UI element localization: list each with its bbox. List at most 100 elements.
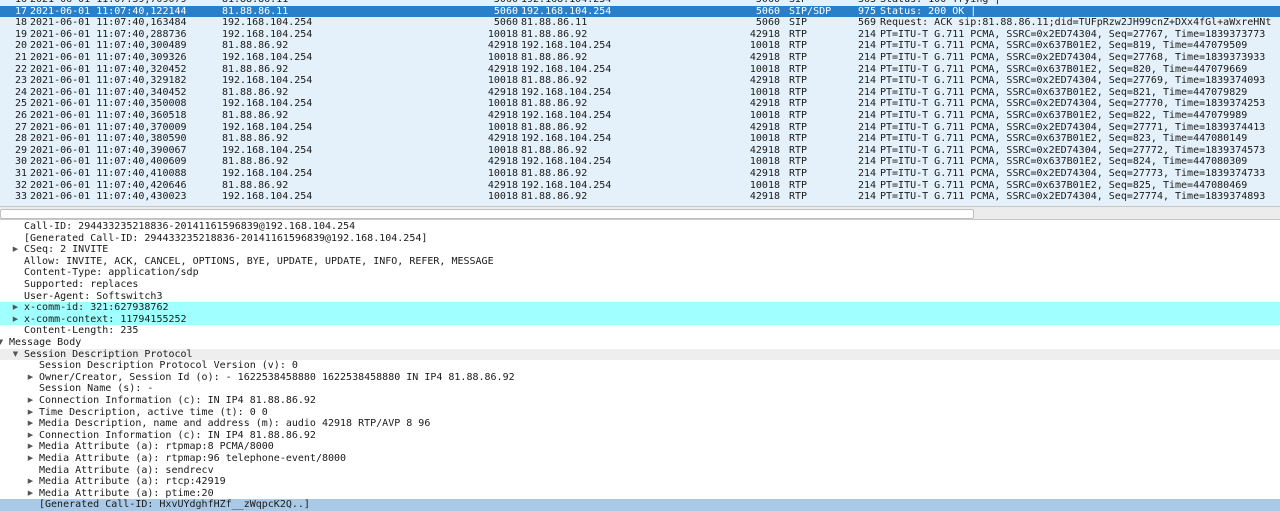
col-protocol: RTP	[789, 168, 808, 179]
col-length: 214	[857, 28, 876, 40]
detail-row[interactable]: Content-Type: application/sdp	[0, 267, 1280, 279]
col-info: PT=ITU-T G.711 PCMA, SSRC=0x637B01E2, Se…	[880, 110, 1248, 121]
packet-row[interactable]: 29 2021-06-01 11:07:40,390067 192.168.104.…	[0, 145, 1280, 157]
expand-arrow-icon[interactable]: ▶	[26, 488, 35, 500]
detail-row[interactable]: Supported: replaces	[0, 279, 1280, 291]
col-length: 214	[857, 52, 876, 63]
expand-arrow-icon[interactable]: ▶	[26, 476, 35, 488]
col-source: 192.168.104.254	[222, 168, 313, 179]
detail-row[interactable]: ▼ Message Body	[0, 337, 1280, 349]
col-source: 81.88.86.92	[222, 133, 289, 145]
detail-text: Media Description, name and address (m):…	[39, 418, 431, 430]
packet-row[interactable]: 28 2021-06-01 11:07:40,380590 81.88.86.92 4…	[0, 133, 1280, 145]
col-source: 192.168.104.254	[222, 17, 313, 29]
packet-row[interactable]: 19 2021-06-01 11:07:40,288736 192.168.104.…	[0, 29, 1280, 41]
expand-arrow-icon[interactable]: ▶	[11, 314, 20, 326]
packet-row[interactable]: 22 2021-06-01 11:07:40,320452 81.88.86.92 4…	[0, 64, 1280, 76]
detail-row[interactable]: ▶ Owner/Creator, Session Id (o): - 162253…	[0, 372, 1280, 384]
col-dst-port: 42918	[749, 144, 780, 156]
col-destination: 81.88.86.92	[521, 144, 588, 156]
expand-arrow-icon[interactable]: ▶	[26, 372, 35, 384]
expand-arrow-icon[interactable]: ▶	[26, 407, 35, 419]
packet-row[interactable]: 33 2021-06-01 11:07:40,430023 192.168.104.…	[0, 191, 1280, 203]
packet-row[interactable]: 23 2021-06-01 11:07:40,329182 192.168.104.…	[0, 75, 1280, 87]
packet-row[interactable]: 30 2021-06-01 11:07:40,400609 81.88.86.92 4…	[0, 156, 1280, 168]
col-time: 2021-06-01 11:07:40,360518	[30, 110, 187, 121]
col-dst-port: 42918	[749, 98, 780, 110]
col-destination: 192.168.104.254	[521, 156, 612, 168]
detail-row[interactable]: Allow: INVITE, ACK, CANCEL, OPTIONS, BYE…	[0, 256, 1280, 268]
detail-row[interactable]: ▶ Media Attribute (a): ptime:20	[0, 488, 1280, 500]
col-src-port: 42918	[487, 63, 518, 75]
col-length: 214	[857, 121, 876, 133]
detail-text: Media Attribute (a): rtpmap:96 telephone…	[39, 453, 347, 464]
expand-arrow-icon[interactable]: ▶	[26, 430, 35, 442]
detail-row[interactable]: [Generated Call-ID: HxvUYdghfHZf__zWqpcK…	[0, 499, 1280, 511]
detail-row[interactable]: ▶ x-comm-id: 321:627938762	[0, 302, 1280, 314]
detail-row[interactable]: Content-Length: 235	[0, 325, 1280, 337]
scrollbar-thumb[interactable]	[0, 209, 974, 219]
col-src-port: 42918	[487, 179, 518, 191]
packet-row[interactable]: 17 2021-06-01 11:07:40,122144 81.88.86.11 5…	[0, 5, 1280, 18]
packet-row[interactable]: 24 2021-06-01 11:07:40,340452 81.88.86.92 4…	[0, 87, 1280, 99]
col-info: PT=ITU-T G.711 PCMA, SSRC=0x2ED74304, Se…	[880, 168, 1266, 179]
detail-row[interactable]: ▶ Media Description, name and address (m)…	[0, 418, 1280, 430]
packet-row[interactable]: 25 2021-06-01 11:07:40,350008 192.168.104.…	[0, 98, 1280, 110]
packet-row[interactable]: 21 2021-06-01 11:07:40,309326 192.168.104.…	[0, 52, 1280, 64]
col-src-port: 10018	[487, 98, 518, 110]
collapse-arrow-icon[interactable]: ▼	[0, 337, 5, 349]
packet-row[interactable]: 18 2021-06-01 11:07:40,163484 192.168.104.…	[0, 17, 1280, 29]
col-destination: 192.168.104.254	[521, 86, 612, 98]
col-length: 214	[857, 168, 876, 179]
col-info: PT=ITU-T G.711 PCMA, SSRC=0x2ED74304, Se…	[880, 98, 1266, 110]
detail-row[interactable]: Session Description Protocol Version (v)…	[0, 360, 1280, 372]
detail-row[interactable]: User-Agent: Softswitch3	[0, 291, 1280, 303]
detail-text: Connection Information (c): IN IP4 81.88…	[39, 395, 316, 406]
col-source: 81.88.86.92	[222, 110, 289, 121]
col-info: PT=ITU-T G.711 PCMA, SSRC=0x2ED74304, Se…	[880, 75, 1266, 87]
detail-row[interactable]: Call-ID: 294433235218836-20141161596839@…	[0, 221, 1280, 233]
packet-row[interactable]: 20 2021-06-01 11:07:40,300489 81.88.86.92 4…	[0, 40, 1280, 52]
detail-row[interactable]: ▶ Connection Information (c): IN IP4 81.8…	[0, 395, 1280, 407]
col-dst-port: 42918	[749, 168, 780, 179]
col-info: PT=ITU-T G.711 PCMA, SSRC=0x637B01E2, Se…	[880, 133, 1248, 145]
detail-row[interactable]: ▶ x-comm-context: 11794155252	[0, 313, 1280, 326]
col-no: 28	[14, 133, 27, 145]
packet-row[interactable]: 31 2021-06-01 11:07:40,410088 192.168.104.…	[0, 168, 1280, 180]
detail-row[interactable]: [Generated Call-ID: 294433235218836-2014…	[0, 233, 1280, 245]
horizontal-scrollbar[interactable]	[0, 206, 1280, 220]
collapse-arrow-icon[interactable]: ▼	[11, 349, 20, 361]
detail-text: CSeq: 2 INVITE	[24, 244, 109, 256]
packet-row[interactable]: 26 2021-06-01 11:07:40,360518 81.88.86.92 4…	[0, 110, 1280, 122]
col-protocol: RTP	[789, 98, 808, 110]
expand-arrow-icon[interactable]: ▶	[26, 418, 35, 430]
packet-row[interactable]: 32 2021-06-01 11:07:40,420646 81.88.86.92 4…	[0, 180, 1280, 192]
col-src-port: 42918	[487, 40, 518, 52]
expand-arrow-icon[interactable]: ▶	[11, 244, 20, 256]
detail-row[interactable]: ▶ Media Attribute (a): rtcp:42919	[0, 476, 1280, 488]
expand-arrow-icon[interactable]: ▶	[26, 441, 35, 453]
col-no: 18	[14, 17, 27, 29]
col-source: 192.168.104.254	[222, 98, 313, 110]
detail-text: Connection Information (c): IN IP4 81.88…	[39, 429, 316, 441]
expand-arrow-icon[interactable]: ▶	[11, 302, 20, 314]
expand-arrow-icon[interactable]: ▶	[26, 453, 35, 465]
packet-row[interactable]: 27 2021-06-01 11:07:40,370009 192.168.104.…	[0, 122, 1280, 134]
detail-row[interactable]: Media Attribute (a): sendrecv	[0, 465, 1280, 477]
detail-row[interactable]: ▶ Time Description, active time (t): 0 0	[0, 407, 1280, 419]
col-no: 29	[14, 144, 27, 156]
detail-row[interactable]: Session Name (s): -	[0, 383, 1280, 395]
expand-arrow-icon[interactable]: ▶	[26, 395, 35, 407]
detail-row[interactable]: ▼ Session Description Protocol	[0, 348, 1280, 361]
col-dst-port: 42918	[749, 75, 780, 87]
detail-row[interactable]: ▶ Media Attribute (a): rtpmap:8 PCMA/8000	[0, 441, 1280, 453]
detail-row[interactable]: ▶ Media Attribute (a): rtpmap:96 telephon…	[0, 453, 1280, 465]
col-src-port: 42918	[487, 133, 518, 145]
detail-text: [Generated Call-ID: HxvUYdghfHZf__zWqpcK…	[39, 499, 310, 511]
detail-text: Allow: INVITE, ACK, CANCEL, OPTIONS, BYE…	[24, 255, 494, 267]
col-length: 214	[857, 156, 876, 168]
detail-text: Media Attribute (a): rtcp:42919	[39, 476, 226, 488]
detail-row[interactable]: ▶ Connection Information (c): IN IP4 81.8…	[0, 430, 1280, 442]
col-length: 214	[857, 75, 876, 87]
detail-row[interactable]: ▶ CSeq: 2 INVITE	[0, 244, 1280, 256]
